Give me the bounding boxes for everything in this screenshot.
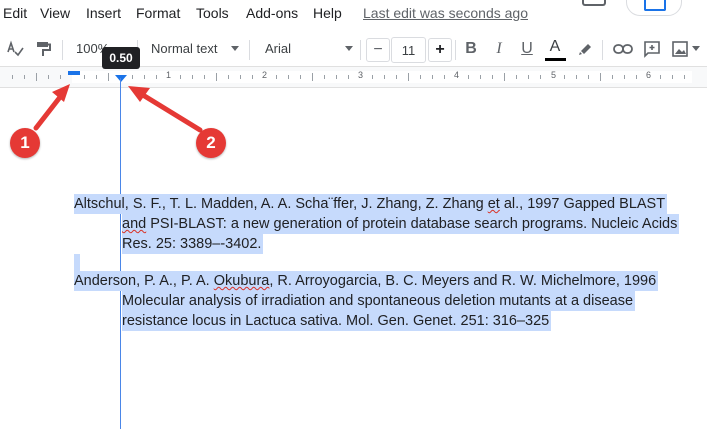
annotation-badge-2: 2 xyxy=(196,128,226,158)
arrow-head-1 xyxy=(52,84,70,102)
annotation-badge-1: 1 xyxy=(10,128,40,158)
annotation-arrow-2 xyxy=(135,89,203,133)
annotation-arrows xyxy=(33,84,203,133)
